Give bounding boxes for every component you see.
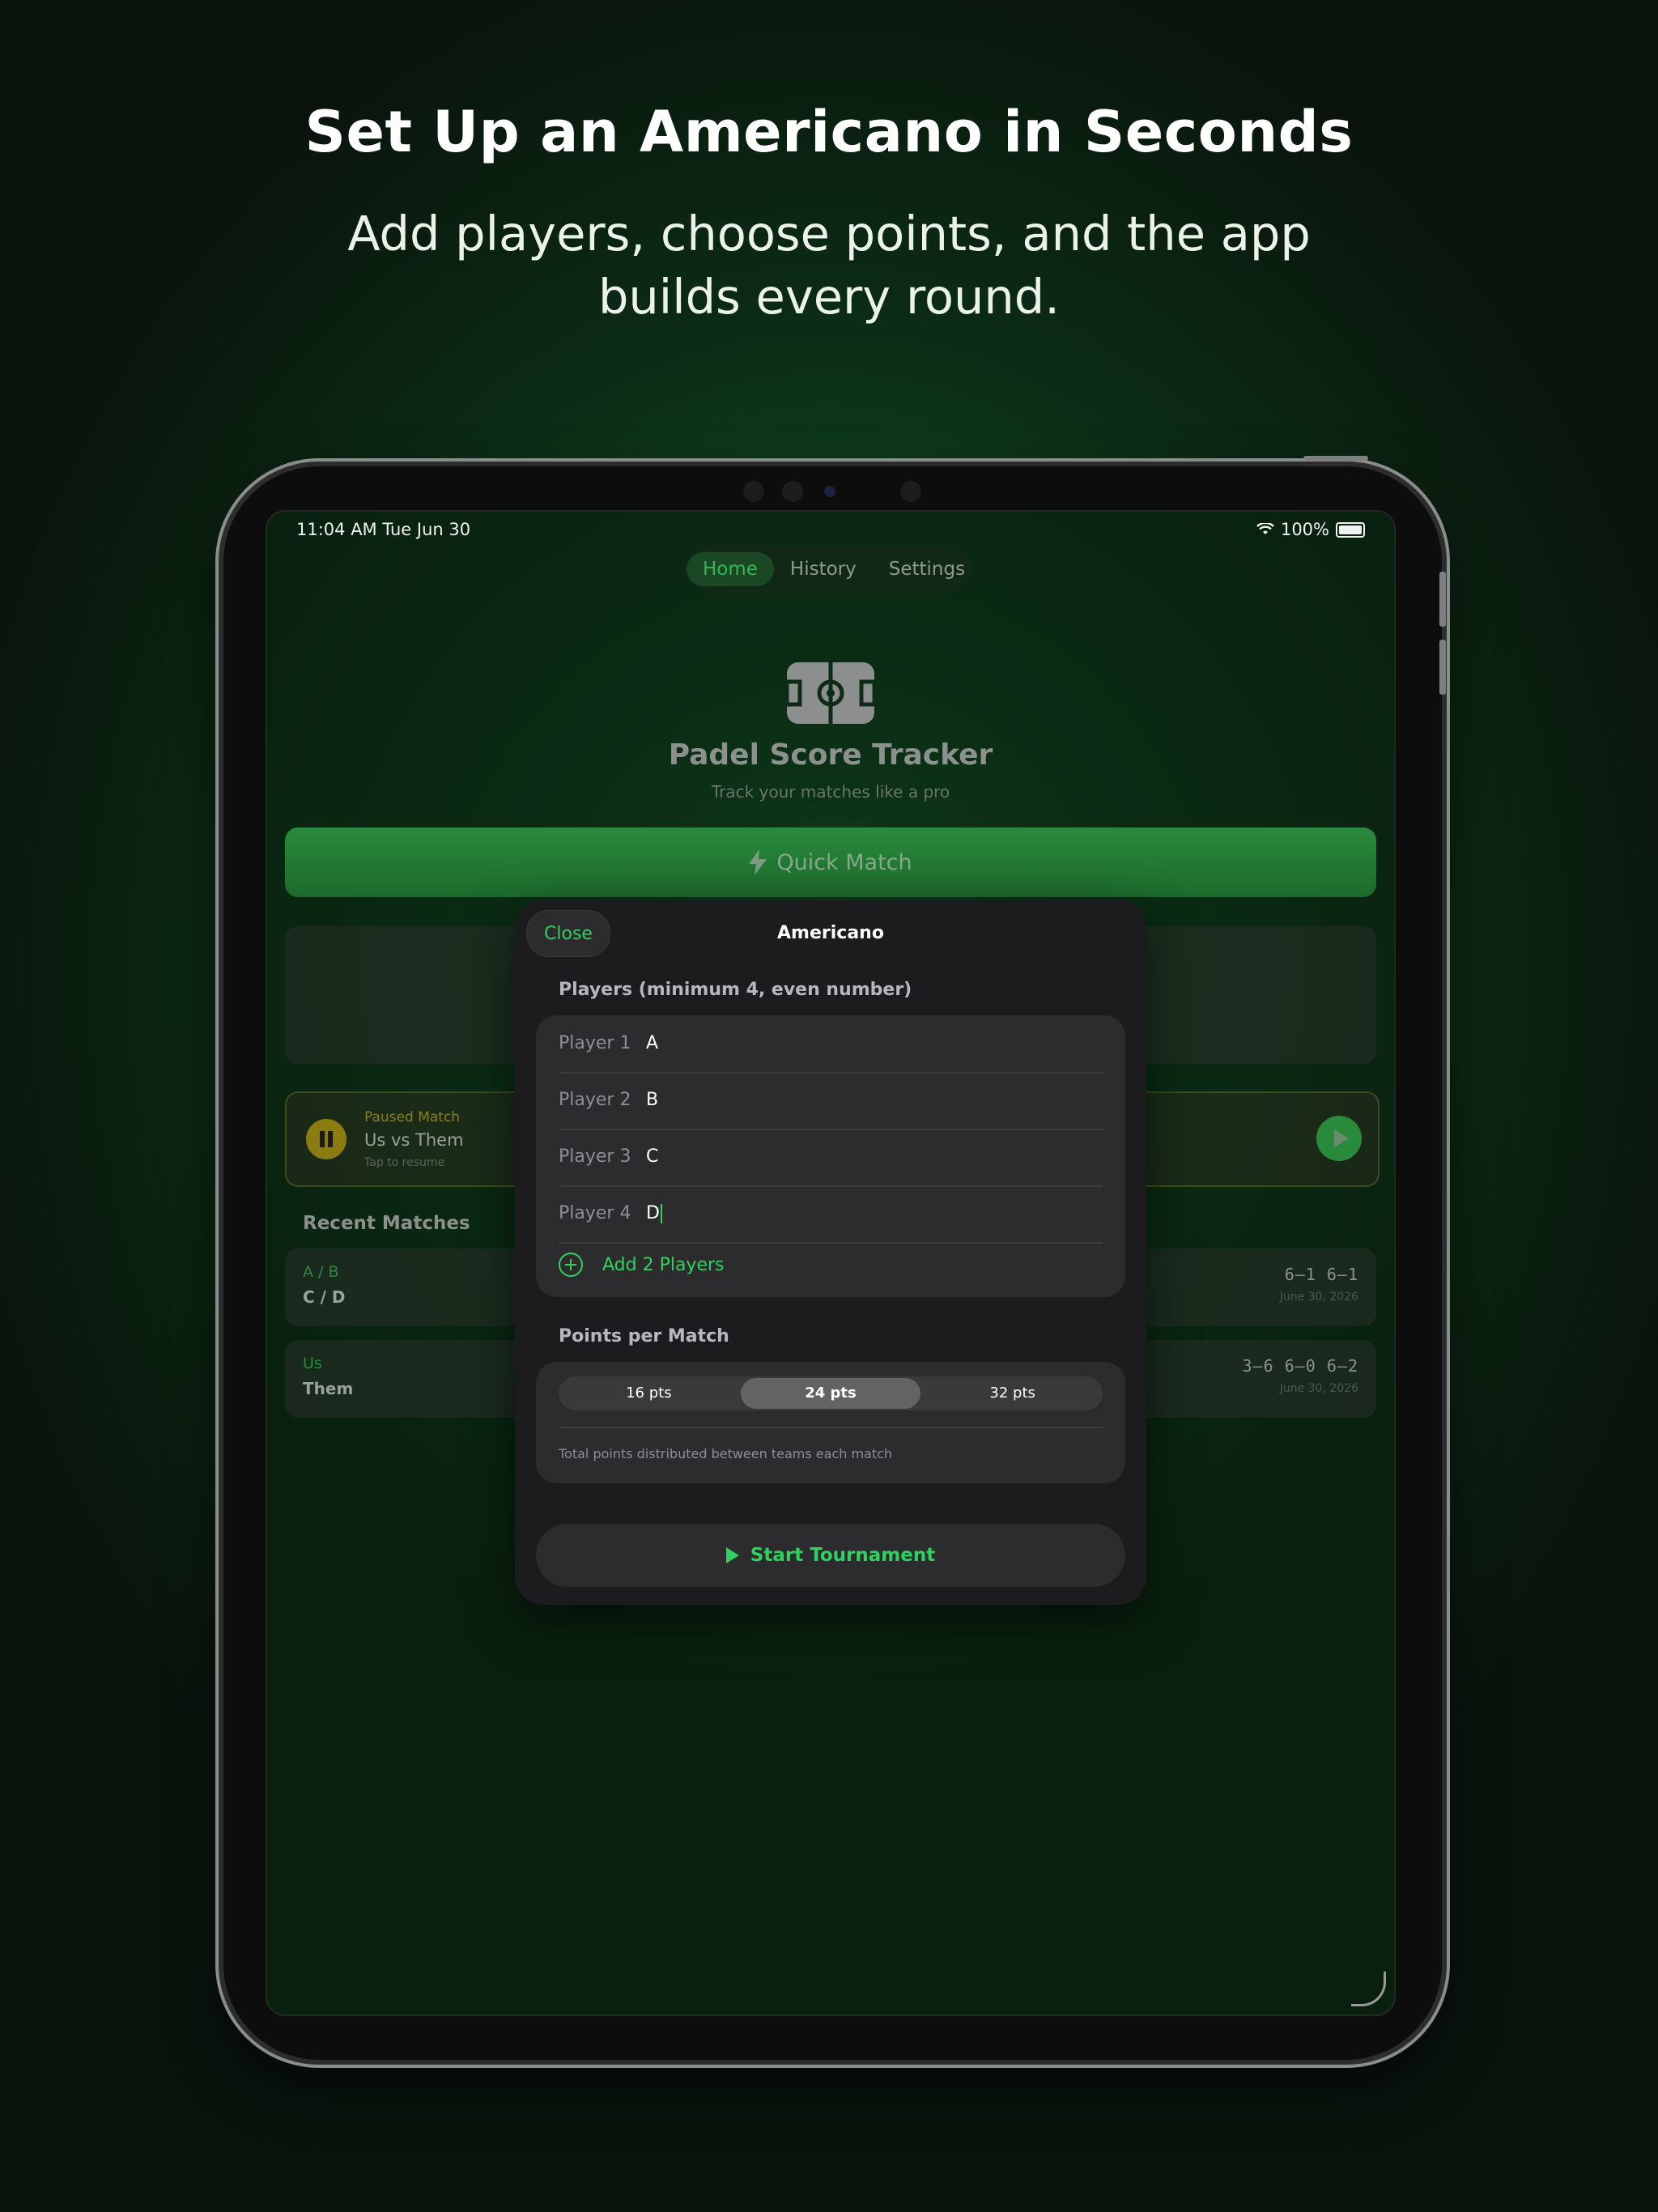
add-players-button[interactable]: Add 2 Players [559, 1250, 725, 1279]
padel-court-icon [787, 662, 874, 724]
status-time: 11:04 AM Tue Jun 30 [296, 520, 471, 539]
points-group: 16 pts 24 pts 32 pts Total points distri… [536, 1362, 1125, 1483]
marketing-title: Set Up an Americano in Seconds [304, 99, 1354, 165]
player-row: Player 2 B [559, 1072, 1103, 1130]
points-hint: Total points distributed between teams e… [559, 1446, 893, 1461]
match-scores: 3–6 6–0 6–2 [1242, 1356, 1358, 1376]
points-option-16[interactable]: 16 pts [559, 1376, 739, 1410]
match-date: June 30, 2026 [1279, 1382, 1358, 1395]
points-option-24[interactable]: 24 pts [740, 1378, 921, 1409]
tab-settings[interactable]: Settings [873, 552, 981, 586]
tab-bar: Home History Settings [687, 547, 971, 591]
volume-up-button [1439, 572, 1446, 627]
battery-icon [1336, 521, 1365, 538]
player-row: Player 3 C [559, 1129, 1103, 1187]
points-section-label: Points per Match [559, 1326, 729, 1346]
players-group: Player 1 A Player 2 B Player 3 C Player … [536, 1015, 1125, 1297]
player-name-input[interactable]: C [646, 1146, 658, 1167]
paused-hint: Tap to resume [364, 1156, 445, 1169]
player-label: Player 1 [559, 1033, 631, 1053]
start-tournament-label: Start Tournament [750, 1545, 936, 1566]
player-name-input[interactable]: D [646, 1203, 662, 1223]
team-b: C / D [303, 1287, 346, 1307]
text-cursor [660, 1204, 662, 1223]
match-date: June 30, 2026 [1279, 1291, 1358, 1304]
recent-matches-title: Recent Matches [303, 1213, 470, 1234]
player-name-text: D [646, 1203, 660, 1223]
paused-title: Us vs Them [364, 1130, 464, 1150]
team-b: Them [303, 1379, 354, 1398]
battery-percent: 100% [1280, 520, 1329, 539]
player-name-input[interactable]: A [646, 1033, 658, 1053]
wifi-icon [1256, 523, 1274, 534]
points-segmented-control: 16 pts 24 pts 32 pts [559, 1376, 1103, 1410]
tab-home[interactable]: Home [687, 552, 774, 586]
plus-circle-icon [559, 1253, 583, 1277]
players-section-label: Players (minimum 4, even number) [559, 980, 912, 1000]
quick-match-button[interactable]: Quick Match [285, 827, 1376, 897]
americano-modal: Close Americano Players (minimum 4, even… [515, 900, 1146, 1605]
player-label: Player 3 [559, 1146, 631, 1167]
ipad-screen: 11:04 AM Tue Jun 30 100% Home History Se… [266, 510, 1396, 2016]
app-title: Padel Score Tracker [668, 738, 993, 772]
team-a: Us [303, 1355, 322, 1372]
modal-title: Americano [777, 923, 884, 943]
add-players-label: Add 2 Players [602, 1254, 725, 1275]
match-scores: 6–1 6–1 [1284, 1265, 1358, 1284]
pause-icon [306, 1119, 346, 1159]
team-a: A / B [303, 1263, 339, 1281]
quick-match-label: Quick Match [776, 849, 912, 875]
app-tagline: Track your matches like a pro [711, 782, 950, 802]
player-label: Player 4 [559, 1203, 631, 1223]
play-icon [725, 1547, 739, 1563]
status-right: 100% [1256, 520, 1365, 539]
resume-play-icon[interactable] [1316, 1116, 1362, 1161]
bolt-icon [749, 849, 767, 875]
camera-icon [824, 486, 835, 497]
paused-label: Paused Match [364, 1109, 461, 1125]
points-option-32[interactable]: 32 pts [922, 1376, 1103, 1410]
player-row: Player 4 D [559, 1185, 1103, 1244]
volume-down-button [1439, 640, 1446, 695]
sensor-icon [743, 481, 764, 502]
camera-bar [219, 481, 1447, 510]
sensor-icon [900, 481, 921, 502]
sensor-icon [782, 481, 803, 502]
player-row: Player 1 A [559, 1015, 1103, 1074]
marketing-subtitle: Add players, choose points, and the app … [347, 206, 1311, 325]
divider [559, 1427, 1103, 1428]
player-label: Player 2 [559, 1090, 631, 1110]
start-tournament-button[interactable]: Start Tournament [536, 1524, 1125, 1587]
tab-history[interactable]: History [774, 552, 873, 586]
player-name-input[interactable]: B [646, 1090, 658, 1110]
resize-corner-icon [1351, 1972, 1386, 2006]
top-button [1303, 456, 1368, 461]
